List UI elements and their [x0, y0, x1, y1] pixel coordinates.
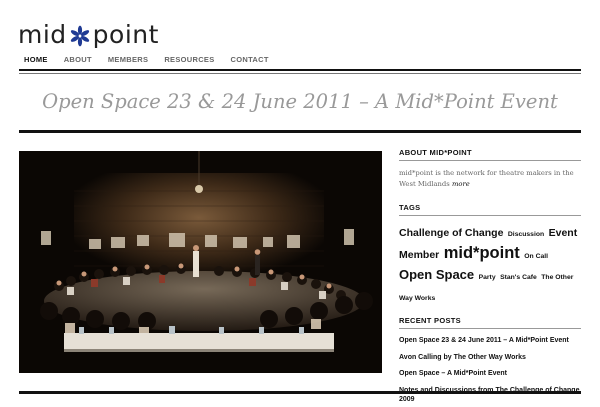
recent-post-link[interactable]: Open Space 23 & 24 June 2011 – A Mid*Poi…: [399, 336, 581, 346]
nav-members[interactable]: MEMBERS: [108, 55, 148, 64]
tag-challenge-of-change[interactable]: Challenge of Change: [399, 227, 503, 239]
nav-contact[interactable]: CONTACT: [231, 55, 269, 64]
asterisk-logo-icon: [70, 25, 89, 47]
page-title: Open Space 23 & 24 June 2011 – A Mid*Poi…: [42, 90, 558, 113]
recent-post-link[interactable]: Notes and Discussions from The Challenge…: [399, 386, 581, 405]
about-more-link[interactable]: more: [452, 180, 470, 188]
nav-divider: [19, 69, 581, 71]
logo-text-mid: mid: [18, 20, 67, 49]
recent-posts-list: Open Space 23 & 24 June 2011 – A Mid*Poi…: [399, 336, 581, 405]
nav-about[interactable]: ABOUT: [64, 55, 92, 64]
recent-posts-heading: RECENT POSTS: [399, 316, 581, 329]
event-photo: [19, 151, 382, 373]
sidebar: ABOUT MID*POINT mid*point is the network…: [399, 148, 581, 405]
title-divider: [19, 130, 581, 133]
about-heading: ABOUT MID*POINT: [399, 148, 581, 161]
about-widget: ABOUT MID*POINT mid*point is the network…: [399, 148, 581, 190]
nav-home[interactable]: HOME: [24, 55, 48, 64]
event-photo-illustration: [19, 151, 382, 373]
tags-heading: TAGS: [399, 203, 581, 216]
tag-member[interactable]: Member: [399, 249, 439, 261]
footer-divider: [19, 391, 581, 394]
about-description: mid*point is the network for theatre mak…: [399, 169, 574, 188]
about-text: mid*point is the network for theatre mak…: [399, 168, 581, 190]
nav-resources[interactable]: RESOURCES: [164, 55, 214, 64]
tag-open-space[interactable]: Open Space: [399, 267, 474, 282]
tag-discussion[interactable]: Discussion: [508, 231, 544, 238]
tags-widget: TAGS Challenge of Change Discussion Even…: [399, 203, 581, 308]
main-nav: HOME ABOUT MEMBERS RESOURCES CONTACT: [24, 55, 285, 64]
nav-divider-thin: [19, 73, 581, 74]
tag-midpoint[interactable]: mid*point: [444, 244, 520, 262]
recent-post-link[interactable]: Open Space – A Mid*Point Event: [399, 369, 581, 379]
tag-event[interactable]: Event: [549, 227, 578, 239]
tag-party[interactable]: Party: [479, 274, 496, 281]
recent-post-link[interactable]: Avon Calling by The Other Way Works: [399, 353, 581, 363]
tag-stans-cafe[interactable]: Stan's Cafe: [500, 274, 537, 281]
site-logo[interactable]: mid point: [18, 22, 159, 48]
logo-text-point: point: [92, 20, 159, 49]
tag-cloud: Challenge of Change Discussion Event Mem…: [399, 223, 581, 308]
tag-on-call[interactable]: On Call: [524, 253, 548, 260]
